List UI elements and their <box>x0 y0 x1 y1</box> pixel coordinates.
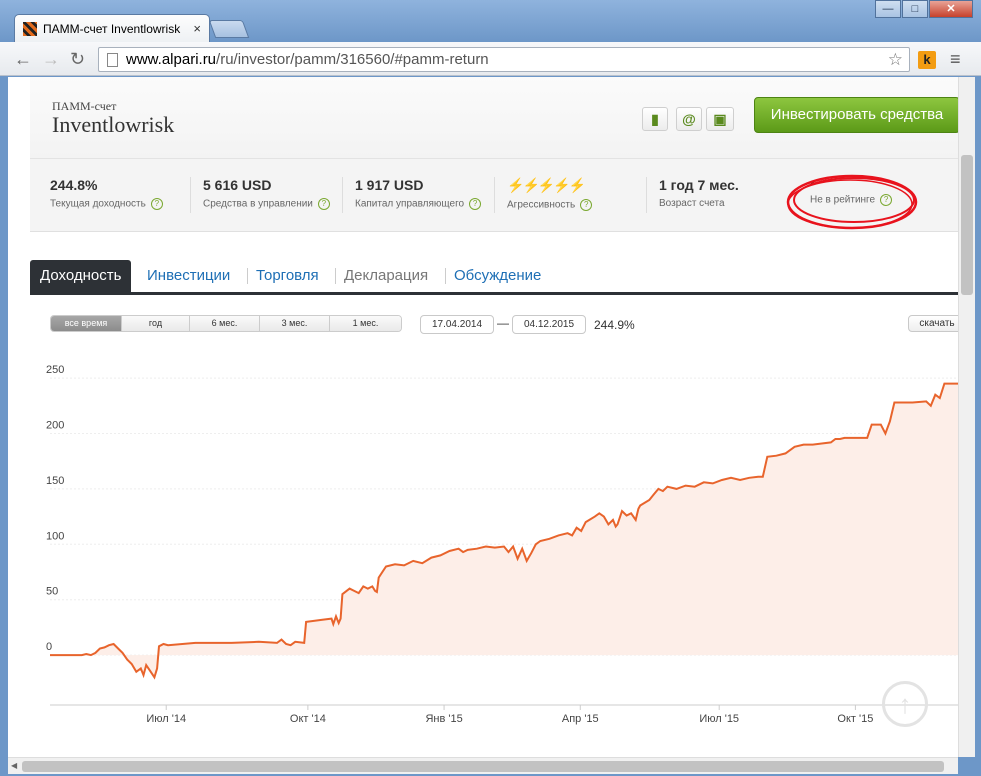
maximize-button[interactable]: □ <box>902 0 928 18</box>
tab-title: ПАММ-счет Inventlowrisk <box>43 21 181 36</box>
period-6-months[interactable]: 6 мес. <box>189 316 259 331</box>
stat-label: Возраст счета <box>659 198 725 209</box>
forward-arrow-icon[interactable]: → <box>42 49 60 70</box>
aggressiveness-bolt-icon: ⚡ <box>568 177 586 193</box>
period-all-time[interactable]: все время <box>51 316 121 331</box>
browser-tab[interactable]: ПАММ-счет Inventlowrisk × <box>14 14 210 42</box>
y-tick-label: 50 <box>46 586 58 598</box>
stat-label-text: Агрессивность <box>507 199 576 211</box>
help-icon[interactable]: ? <box>580 199 593 211</box>
x-tick-label: Янв '15 <box>425 713 462 725</box>
help-icon[interactable]: ? <box>469 198 482 210</box>
url-domain: www.alpari.ru <box>126 51 217 68</box>
returns-chart: 0 50 100 150 200 250 Июл '14 Окт '14 Янв '15 Апр … <box>46 364 958 725</box>
tab-investments[interactable]: Инвестиции <box>147 260 230 292</box>
aggressiveness-bolt-icon: ⚡ <box>522 177 539 193</box>
tab-declaration[interactable]: Декларация <box>344 260 428 292</box>
x-tick-label: Апр '15 <box>562 713 599 725</box>
stat-manager-capital: 1 917 USD Капитал управляющего? <box>342 177 482 213</box>
browser-menu-icon[interactable]: ≡ <box>950 49 961 70</box>
stat-aggressiveness: ⚡⚡⚡⚡⚡ Агрессивность? <box>494 177 593 213</box>
date-from-input[interactable]: 17.04.2014 <box>420 315 494 334</box>
stat-label-text: Капитал управляющего <box>355 198 465 210</box>
stat-label: Текущая доходность? <box>50 198 163 210</box>
reload-icon[interactable]: ↻ <box>70 49 85 70</box>
x-tick-label: Июл '15 <box>699 713 739 725</box>
extension-k-icon[interactable]: k <box>918 51 936 69</box>
stat-funds-under-management: 5 616 USD Средства в управлении? <box>190 177 330 213</box>
tab-separator <box>445 268 446 284</box>
y-tick-label: 150 <box>46 475 64 487</box>
date-to-input[interactable]: 04.12.2015 <box>512 315 586 334</box>
horizontal-scrollbar[interactable]: ◀ <box>8 757 958 774</box>
page-tabs: Доходность Инвестиции Торговля Деклараци… <box>30 260 970 295</box>
new-tab-button[interactable] <box>208 20 250 38</box>
period-3-months[interactable]: 3 мес. <box>259 316 329 331</box>
series-area <box>50 383 958 678</box>
aggressiveness-bolt-icon: ⚡ <box>537 177 555 193</box>
period-selector: все время год 6 мес. 3 мес. 1 мес. <box>50 315 402 332</box>
url-path: /ru/investor/pamm/316560/#pamm-return <box>216 51 489 68</box>
account-title-bar: ПАММ-счет Inventlowrisk ▮ @ ▣ Инвестиров… <box>30 77 970 159</box>
aggressiveness-bolt-icon: ⚡ <box>553 177 570 193</box>
window-controls: — □ ✕ <box>874 0 973 18</box>
vertical-scrollbar[interactable] <box>958 77 975 757</box>
stat-account-age: 1 год 7 мес. Возраст счета <box>646 177 739 213</box>
briefcase-icon[interactable]: ▣ <box>706 107 734 131</box>
tab-separator <box>247 268 248 284</box>
help-icon[interactable]: ? <box>150 198 163 210</box>
stat-value: 1 917 USD <box>355 177 424 193</box>
period-year[interactable]: год <box>121 316 189 331</box>
x-tick-label: Окт '14 <box>290 713 326 725</box>
tab-separator <box>335 268 336 284</box>
stat-current-return: 244.8% Текущая доходность? <box>38 177 163 213</box>
x-tick-label: Июл '14 <box>146 713 186 725</box>
url-text: www.alpari.ru/ru/investor/pamm/316560/#p… <box>126 51 489 68</box>
tab-discussion[interactable]: Обсуждение <box>454 260 541 292</box>
stat-label-text: Средства в управлении <box>203 198 313 210</box>
browser-titlebar: ПАММ-счет Inventlowrisk × — □ ✕ <box>0 0 981 42</box>
scroll-left-arrow-icon[interactable]: ◀ <box>11 761 17 770</box>
stat-value: 1 год 7 мес. <box>659 177 739 193</box>
stat-label: Средства в управлении? <box>203 198 330 210</box>
close-window-button[interactable]: ✕ <box>929 0 973 18</box>
date-dash: — <box>497 316 509 330</box>
vertical-scroll-thumb[interactable] <box>961 155 973 295</box>
tab-trading[interactable]: Торговля <box>256 260 319 292</box>
bookmark-icon[interactable]: ▮ <box>642 107 668 131</box>
scroll-up-arrow-icon[interactable]: ↑ <box>882 681 928 727</box>
stat-value: 5 616 USD <box>203 177 272 193</box>
y-tick-label: 100 <box>46 530 64 542</box>
address-bar[interactable]: www.alpari.ru/ru/investor/pamm/316560/#p… <box>98 47 910 72</box>
period-1-month[interactable]: 1 мес. <box>329 316 401 331</box>
back-arrow-icon[interactable]: ← <box>14 49 32 70</box>
account-name: Inventlowrisk <box>52 112 175 137</box>
x-tick-label: Окт '15 <box>837 713 873 725</box>
tab-returns[interactable]: Доходность <box>30 260 132 292</box>
stat-label: Капитал управляющего? <box>355 198 482 210</box>
stat-value: 244.8% <box>50 177 98 193</box>
y-tick-label: 200 <box>46 419 64 431</box>
tab-close-icon[interactable]: × <box>193 21 201 36</box>
minimize-button[interactable]: — <box>875 0 901 18</box>
alpari-favicon-icon <box>23 21 37 36</box>
y-tick-label: 250 <box>46 364 64 376</box>
invest-button[interactable]: Инвестировать средства <box>754 97 960 133</box>
account-header: ПАММ-счет Inventlowrisk ▮ @ ▣ Инвестиров… <box>30 77 970 232</box>
page-icon <box>107 52 118 67</box>
stat-label: Агрессивность? <box>507 199 593 211</box>
email-icon[interactable]: @ <box>676 107 702 131</box>
page-viewport: ПАММ-счет Inventlowrisk ▮ @ ▣ Инвестиров… <box>8 77 975 757</box>
red-circle-annotation <box>786 174 918 230</box>
browser-toolbar: ← → ↻ www.alpari.ru/ru/investor/pamm/316… <box>0 42 981 76</box>
bookmark-star-icon[interactable]: ☆ <box>888 50 903 70</box>
aggressiveness-bolt-icon: ⚡ <box>507 177 524 193</box>
stat-label-text: Текущая доходность <box>50 198 146 210</box>
horizontal-scroll-thumb[interactable] <box>22 761 944 772</box>
y-tick-label: 0 <box>46 641 52 653</box>
aggressiveness-bolts-icon: ⚡⚡⚡⚡⚡ <box>507 177 592 194</box>
help-icon[interactable]: ? <box>317 198 330 210</box>
range-return: 244.9% <box>594 318 635 332</box>
